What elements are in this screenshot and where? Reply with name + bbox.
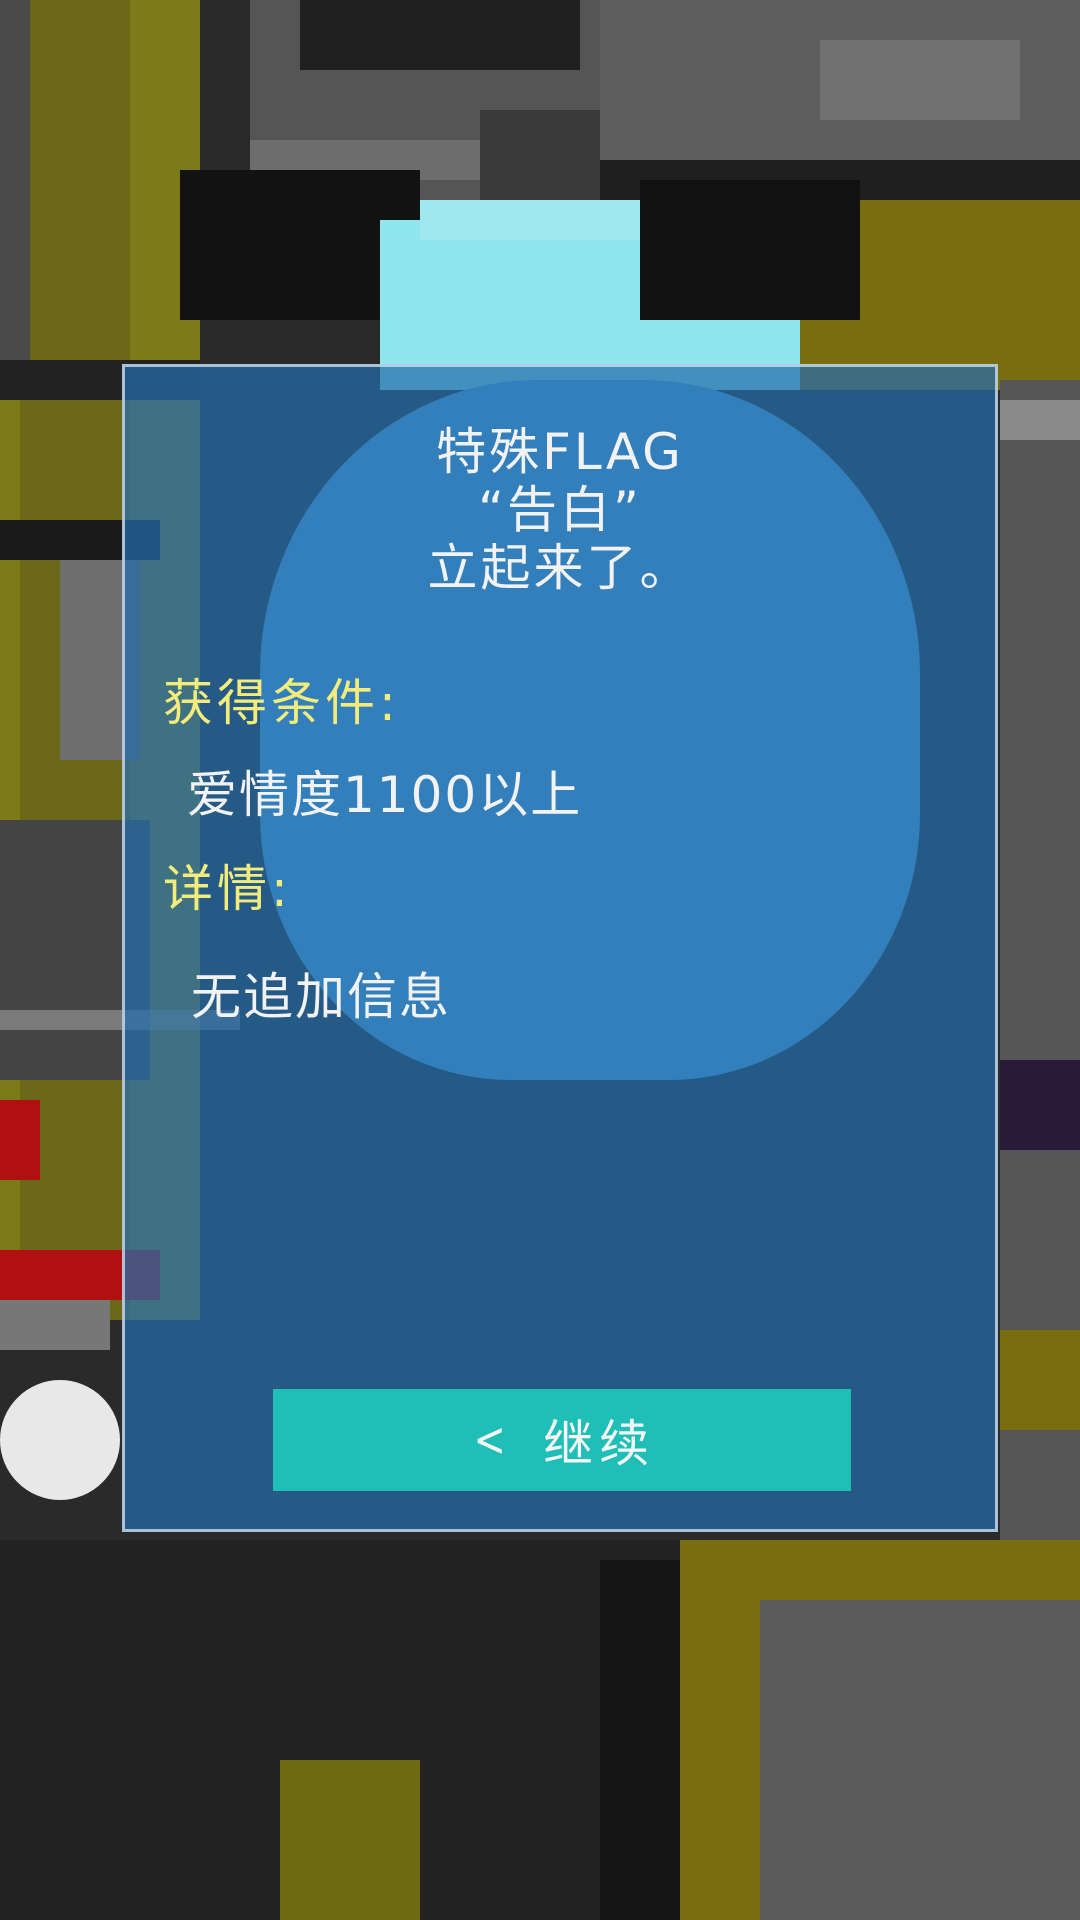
details-value: 无追加信息 (191, 968, 451, 1026)
details-label: 详情: (163, 860, 292, 918)
condition-value: 爱情度1100以上 (187, 766, 583, 824)
dialog-title-line2: “告白” (478, 481, 642, 539)
continue-button[interactable]: < 继续 (273, 1389, 851, 1491)
dialog-title-line1: 特殊FLAG (436, 423, 684, 481)
chevron-left-icon: < (473, 1412, 511, 1468)
flag-unlocked-dialog: 特殊FLAG “告白” 立起来了。 获得条件: 爱情度1100以上 详情: 无追… (122, 364, 998, 1532)
dialog-title-line3: 立起来了。 (427, 539, 693, 597)
condition-label: 获得条件: (163, 674, 400, 732)
continue-label: 继续 (543, 1415, 656, 1473)
